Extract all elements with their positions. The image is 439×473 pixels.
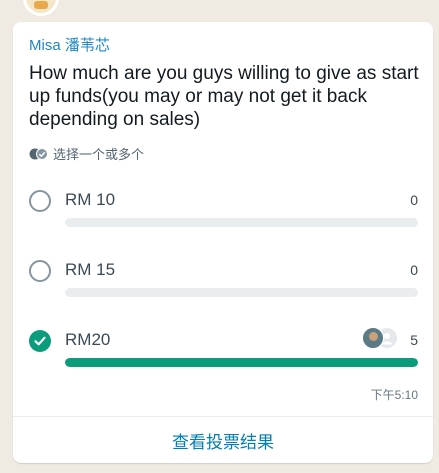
message-timestamp: 下午5:10 — [370, 388, 418, 402]
radio-unchecked-icon[interactable] — [29, 260, 51, 282]
poll-option-count: 5 — [410, 332, 418, 348]
radio-unchecked-icon[interactable] — [29, 190, 51, 212]
poll-option-count: 0 — [410, 262, 418, 278]
poll-option[interactable]: RM20 5 — [29, 327, 418, 370]
voter-avatar — [362, 327, 384, 349]
poll-option-label: RM20 — [65, 330, 111, 349]
view-results-button[interactable]: 查看投票结果 — [13, 417, 433, 463]
poll-hint-text: 选择一个或多个 — [53, 147, 145, 162]
poll-option-count: 0 — [410, 192, 418, 208]
poll-option[interactable]: RM 10 0 — [29, 190, 418, 230]
voter-avatars[interactable] — [362, 327, 402, 351]
poll-option-label: RM 10 — [65, 190, 116, 209]
poll-option-bar — [65, 218, 418, 227]
sender-name[interactable]: Misa 潘苇芯 — [29, 34, 110, 55]
sender-avatar[interactable] — [23, 0, 59, 16]
poll-option-bar — [65, 358, 418, 367]
poll-question: How much are you guys willing to give as… — [29, 63, 419, 130]
poll-message-card: Misa 潘苇芯 How much are you guys willing t… — [13, 22, 433, 463]
double-check-icon — [29, 147, 49, 161]
poll-option-label: RM 15 — [65, 260, 116, 279]
poll-hint: 选择一个或多个 — [29, 144, 144, 163]
poll-option[interactable]: RM 15 0 — [29, 260, 418, 300]
check-icon[interactable] — [29, 330, 51, 352]
poll-option-bar-fill — [65, 358, 418, 367]
poll-option-bar — [65, 288, 418, 297]
